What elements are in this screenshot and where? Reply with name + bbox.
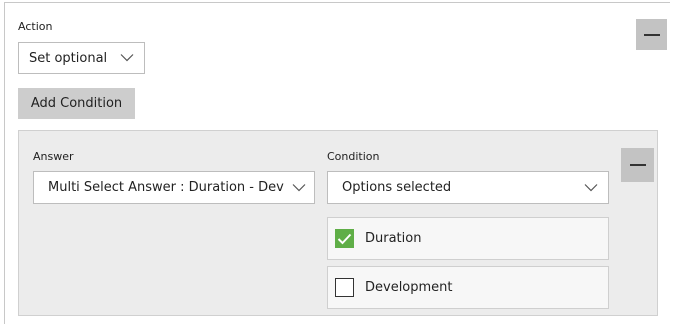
condition-label: Condition: [327, 150, 380, 163]
action-select-value: Set optional: [29, 50, 108, 66]
checkmark-icon: [337, 233, 352, 244]
remove-action-button[interactable]: [636, 19, 667, 50]
condition-select-value: Options selected: [342, 180, 452, 195]
minus-icon: [643, 33, 660, 36]
answer-select[interactable]: Multi Select Answer : Duration - Dev: [33, 171, 315, 204]
answer-select-value: Multi Select Answer : Duration - Dev: [48, 180, 284, 195]
chevron-down-icon: [292, 183, 306, 191]
option-label: Duration: [365, 231, 422, 246]
checkbox-unchecked[interactable]: [335, 278, 354, 297]
option-duration[interactable]: Duration: [327, 217, 609, 260]
option-development[interactable]: Development: [327, 266, 609, 309]
answer-label: Answer: [33, 150, 74, 163]
remove-condition-button[interactable]: [621, 148, 654, 182]
condition-group: Answer Multi Select Answer : Duration - …: [18, 130, 658, 316]
minus-icon: [629, 164, 646, 166]
action-select[interactable]: Set optional: [18, 42, 145, 74]
chevron-down-icon: [120, 54, 134, 62]
chevron-down-icon: [584, 183, 598, 191]
action-label: Action: [18, 20, 53, 33]
checkbox-checked[interactable]: [335, 229, 354, 248]
option-label: Development: [365, 280, 453, 295]
condition-select[interactable]: Options selected: [327, 171, 609, 204]
add-condition-button[interactable]: Add Condition: [18, 88, 135, 119]
